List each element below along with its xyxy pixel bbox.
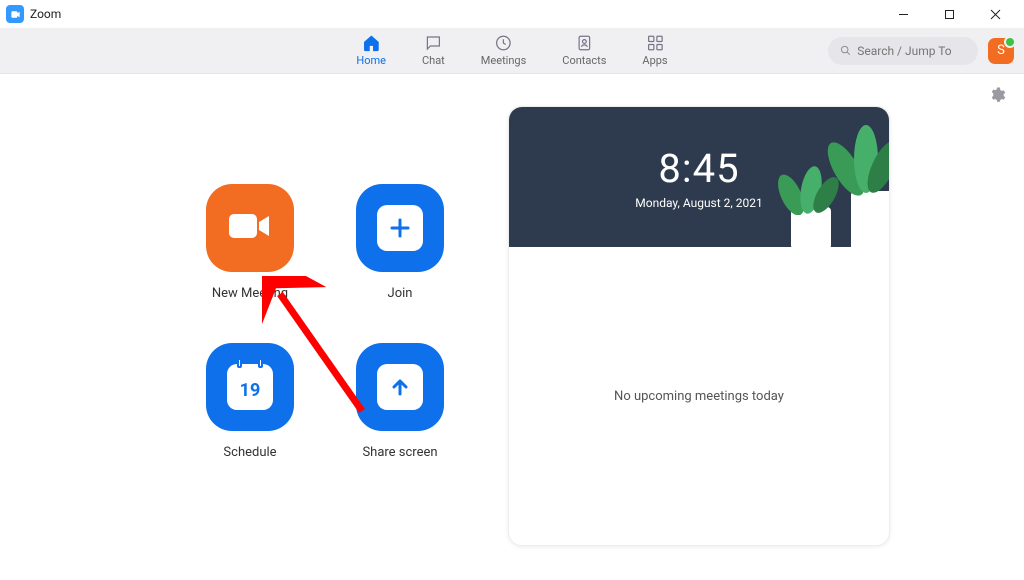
schedule-action: 19 Schedule: [175, 343, 325, 460]
chat-icon: [424, 34, 442, 52]
tab-home[interactable]: Home: [352, 28, 390, 73]
action-label: Schedule: [223, 445, 276, 460]
gear-icon: [988, 89, 1006, 108]
search-box[interactable]: [828, 37, 978, 65]
video-icon: [227, 210, 273, 246]
titlebar: Zoom: [0, 0, 1024, 28]
calendar-day: 19: [240, 380, 261, 401]
tab-chat[interactable]: Chat: [418, 28, 449, 73]
share-screen-action: Share screen: [325, 343, 475, 460]
contacts-icon: [575, 34, 593, 52]
tab-label: Apps: [642, 54, 667, 67]
tabbar: Home Chat Meetings Contacts Apps S: [0, 28, 1024, 74]
join-button[interactable]: [356, 184, 444, 272]
action-label: Share screen: [362, 445, 437, 460]
clock-date: Monday, August 2, 2021: [635, 196, 762, 210]
clock-icon: [495, 34, 513, 52]
new-meeting-action: New Meeting: [175, 184, 325, 301]
clock-banner: 8:45 Monday, August 2, 2021: [509, 107, 889, 247]
join-action: Join: [325, 184, 475, 301]
apps-icon: [646, 34, 664, 52]
search-icon: [840, 44, 851, 57]
content: New Meeting Join 19 Schedule: [0, 74, 1024, 580]
action-label: Join: [388, 286, 413, 301]
avatar[interactable]: S: [988, 38, 1014, 64]
arrow-up-icon: [377, 364, 423, 410]
search-input[interactable]: [857, 44, 966, 58]
window-title: Zoom: [30, 7, 61, 21]
plant-decoration: [851, 191, 889, 247]
no-meetings-text: No upcoming meetings today: [614, 389, 784, 404]
tab-label: Contacts: [562, 54, 606, 67]
calendar-panel: 8:45 Monday, August 2, 2021 No upcoming …: [508, 106, 890, 546]
tab-label: Chat: [422, 54, 445, 67]
tab-contacts[interactable]: Contacts: [558, 28, 610, 73]
share-screen-button[interactable]: [356, 343, 444, 431]
settings-button[interactable]: [988, 86, 1006, 108]
tab-label: Meetings: [481, 54, 526, 67]
avatar-initial: S: [997, 43, 1005, 58]
calendar-icon: 19: [227, 364, 273, 410]
tab-meetings[interactable]: Meetings: [477, 28, 530, 73]
schedule-button[interactable]: 19: [206, 343, 294, 431]
upcoming-meetings: No upcoming meetings today: [509, 247, 889, 545]
tab-apps[interactable]: Apps: [638, 28, 671, 73]
new-meeting-button[interactable]: [206, 184, 294, 272]
close-button[interactable]: [972, 0, 1018, 28]
window-controls: [880, 0, 1018, 28]
minimize-button[interactable]: [880, 0, 926, 28]
tab-label: Home: [356, 54, 386, 67]
plus-icon: [377, 205, 423, 251]
clock-time: 8:45: [658, 145, 739, 192]
plant-decoration: [821, 109, 889, 199]
maximize-button[interactable]: [926, 0, 972, 28]
zoom-logo-icon: [6, 5, 24, 23]
action-label: New Meeting: [212, 286, 288, 301]
home-icon: [362, 34, 380, 52]
